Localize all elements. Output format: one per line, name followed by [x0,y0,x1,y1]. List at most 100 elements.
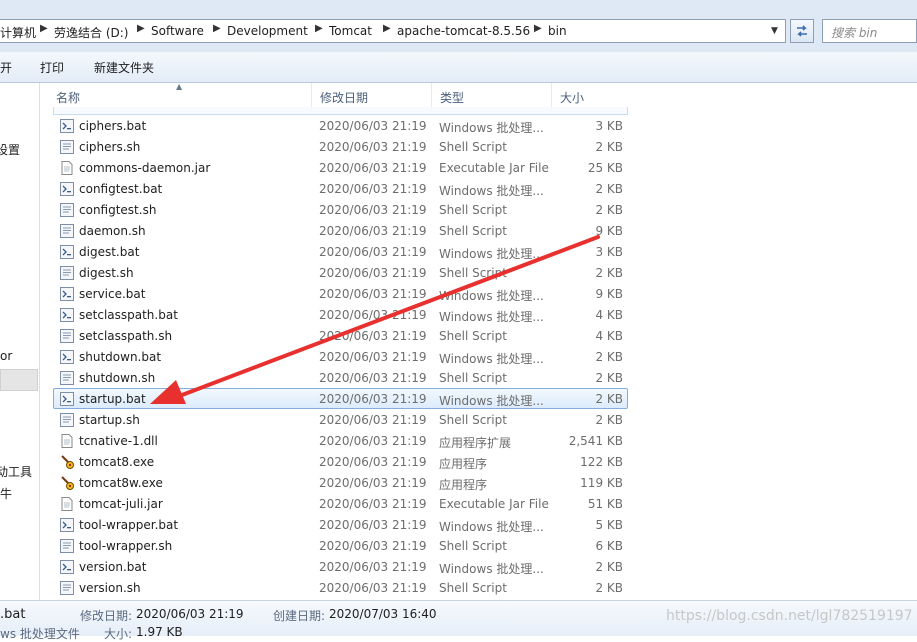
table-row[interactable]: tomcat8.exe 2020/06/03 21:19 应用程序 122 KB [53,451,628,472]
table-row[interactable]: service.bat 2020/06/03 21:19 Windows 批处理..… [53,283,628,304]
search-placeholder: 搜索 bin [831,26,878,40]
chevron-right-icon[interactable]: ▶ [383,23,391,34]
file-date: 2020/06/03 21:19 [319,119,427,133]
file-type: Windows 批处理... [439,184,544,198]
script-file-icon [60,581,74,595]
script-file-icon [60,539,74,553]
file-date: 2020/06/03 21:19 [319,266,427,280]
file-size: 2 KB [595,140,623,154]
file-type: Windows 批处理... [439,562,544,576]
script-file-icon [60,371,74,385]
column-header-name[interactable]: 名称 ▲ [48,83,312,107]
script-file-icon [60,140,74,154]
print-button[interactable]: 打印 [40,59,64,76]
table-row[interactable]: tool-wrapper.bat 2020/06/03 21:19 Windows … [53,514,628,535]
table-row[interactable]: tomcat-juli.jar 2020/06/03 21:19 Executabl… [53,493,628,514]
file-type: Shell Script [439,203,507,217]
breadcrumb-tomcat[interactable]: Tomcat [329,24,372,38]
file-type: Shell Script [439,224,507,238]
table-row[interactable]: tomcat8w.exe 2020/06/03 21:19 应用程序 119 KB [53,472,628,493]
table-row[interactable]: shutdown.sh 2020/06/03 21:19 Shell Script 2… [53,367,628,388]
file-type: Shell Script [439,140,507,154]
file-list[interactable]: 名称 ▲ 修改日期 类型 大小 ciphers.bat 2020/06/03 21… [48,83,632,600]
breadcrumb-computer[interactable]: 计算机 [0,24,36,41]
chevron-right-icon[interactable]: ▶ [315,23,323,34]
breadcrumb-development[interactable]: Development [227,24,308,38]
table-row[interactable]: startup.sh 2020/06/03 21:19 Shell Script 2 … [53,409,628,430]
address-dropdown-icon[interactable]: ▼ [771,26,778,36]
nav-item[interactable]: 牛 [0,485,12,502]
table-row[interactable]: version.bat 2020/06/03 21:19 Windows 批处理..… [53,556,628,577]
table-row[interactable]: tool-wrapper.sh 2020/06/03 21:19 Shell Scr… [53,535,628,556]
nav-item[interactable]: or [0,349,12,363]
table-row[interactable]: setclasspath.bat 2020/06/03 21:19 Windows … [53,304,628,325]
file-date: 2020/06/03 21:19 [319,518,427,532]
file-size: 9 KB [595,287,623,301]
batch-file-icon [60,392,74,406]
file-size: 2 KB [595,266,623,280]
nav-item-selected[interactable] [0,369,38,391]
chevron-right-icon[interactable]: ▶ [137,23,145,34]
table-row[interactable]: commons-daemon.jar 2020/06/03 21:19 Execut… [53,157,628,178]
file-size: 3 KB [595,119,623,133]
file-size: 2 KB [595,413,623,427]
breadcrumb-drive[interactable]: 劳逸结合 (D:) [54,24,128,41]
file-name: setclasspath.bat [79,308,178,322]
breadcrumb-apache-tomcat[interactable]: apache-tomcat-8.5.56 [397,24,530,38]
table-row[interactable]: ciphers.bat 2020/06/03 21:19 Windows 批处理..… [53,115,628,136]
file-size: 2,541 KB [568,434,623,448]
table-row[interactable]: version.sh 2020/06/03 21:19 Shell Script 2 … [53,577,628,598]
toolbar: 开 打印 新建文件夹 [0,52,917,83]
navigation-pane[interactable]: 设置 or 动工具 牛 [0,83,40,600]
table-row-partial[interactable] [53,107,628,115]
batch-file-icon [60,308,74,322]
address-bar[interactable]: 计算机 ▶ 劳逸结合 (D:) ▶ Software ▶ Development… [0,19,786,43]
column-header-row: 名称 ▲ 修改日期 类型 大小 [48,83,632,107]
table-row[interactable]: shutdown.bat 2020/06/03 21:19 Windows 批处理.… [53,346,628,367]
tomcat-exe-icon [61,455,74,469]
file-name: shutdown.bat [79,350,162,364]
chevron-right-icon[interactable]: ▶ [40,23,48,34]
new-folder-button[interactable]: 新建文件夹 [94,59,154,76]
column-header-type[interactable]: 类型 [432,83,552,107]
script-file-icon [60,224,74,238]
table-row[interactable]: configtest.sh 2020/06/03 21:19 Shell Scrip… [53,199,628,220]
table-row[interactable]: daemon.sh 2020/06/03 21:19 Shell Script 9 K… [53,220,628,241]
table-row[interactable]: digest.bat 2020/06/03 21:19 Windows 批处理...… [53,241,628,262]
search-input[interactable]: 搜索 bin [822,19,917,43]
chevron-right-icon[interactable]: ▶ [213,23,221,34]
file-date: 2020/06/03 21:19 [319,161,427,175]
table-row[interactable]: configtest.bat 2020/06/03 21:19 Windows 批处… [53,178,628,199]
file-name: version.bat [79,560,147,574]
file-date: 2020/06/03 21:19 [319,413,427,427]
table-row[interactable]: tcnative-1.dll 2020/06/03 21:19 应用程序扩展 2,54… [53,430,628,451]
breadcrumb-software[interactable]: Software [151,24,204,38]
file-size: 2 KB [595,182,623,196]
file-name: setclasspath.sh [79,329,173,343]
column-header-modified-label: 修改日期 [320,91,369,105]
nav-item[interactable]: 动工具 [0,463,32,480]
nav-item[interactable]: 设置 [0,141,20,158]
column-header-size[interactable]: 大小 [552,83,632,107]
jar-file-icon [61,497,73,511]
table-row[interactable]: setclasspath.sh 2020/06/03 21:19 Shell Scr… [53,325,628,346]
chevron-right-icon[interactable]: ▶ [534,23,542,34]
table-row[interactable]: ciphers.sh 2020/06/03 21:19 Shell Script 2 … [53,136,628,157]
details-file-name: .bat [0,607,26,622]
column-header-modified[interactable]: 修改日期 [312,83,432,107]
file-size: 25 KB [587,161,623,175]
file-size: 2 KB [595,371,623,385]
tomcat-exe-icon [61,476,74,490]
table-row[interactable]: digest.sh 2020/06/03 21:19 Shell Script 2 K… [53,262,628,283]
batch-file-icon [60,518,74,532]
file-type: Shell Script [439,539,507,553]
file-name: digest.sh [79,266,134,280]
details-file-type: ws 批处理文件 [0,627,80,641]
file-type: 应用程序 [439,478,488,492]
file-name: commons-daemon.jar [79,161,211,175]
refresh-button[interactable] [790,19,814,43]
file-date: 2020/06/03 21:19 [319,203,427,217]
table-row-selected[interactable]: startup.bat 2020/06/03 21:19 Windows 批处理..… [53,388,628,409]
breadcrumb-bin[interactable]: bin [548,24,567,38]
open-button[interactable]: 开 [0,59,12,76]
